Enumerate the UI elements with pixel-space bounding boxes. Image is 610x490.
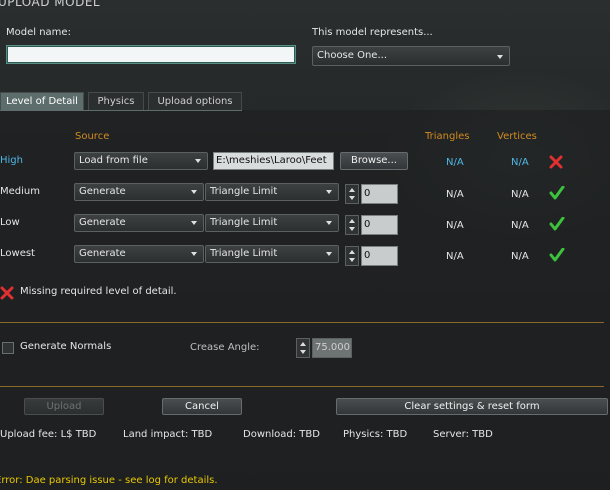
source-header: Source (75, 131, 110, 142)
error-x-icon (549, 155, 563, 169)
vertices-header: Vertices (497, 131, 537, 142)
chevron-down-icon (326, 221, 332, 225)
represents-dropdown[interactable]: Choose One... (312, 46, 510, 66)
lowest-mode-dropdown[interactable]: Triangle Limit (205, 245, 339, 263)
medium-mode-dropdown[interactable]: Triangle Limit (205, 183, 339, 201)
high-file-path-field[interactable]: E:\meshies\Laroo\Feet (213, 152, 334, 170)
generate-normals-checkbox[interactable] (2, 342, 14, 354)
chevron-down-icon (191, 252, 197, 256)
low-limit-spinner[interactable] (345, 215, 359, 235)
land-impact-text: Land impact: TBD (123, 429, 213, 440)
section-divider (0, 386, 604, 387)
low-mode-dropdown[interactable]: Triangle Limit (205, 214, 339, 232)
medium-triangles: N/A (446, 189, 464, 200)
missing-lod-message: Missing required level of detail. (20, 286, 177, 297)
browse-button[interactable]: Browse... (340, 152, 408, 170)
high-triangles: N/A (446, 157, 464, 168)
lod-row-high-label: High (0, 155, 23, 166)
chevron-down-icon (326, 252, 332, 256)
checkmark-icon (549, 186, 565, 200)
crease-angle-spinner[interactable] (296, 338, 310, 358)
upload-button[interactable]: Upload (24, 398, 104, 415)
lowest-vertices: N/A (511, 251, 529, 262)
high-source-dropdown[interactable]: Load from file (74, 152, 208, 170)
tab-upload-options[interactable]: Upload options (148, 92, 242, 110)
checkmark-icon (549, 248, 565, 262)
lowest-limit-spinner[interactable] (345, 246, 359, 266)
crease-angle-input[interactable]: 75.000 (312, 338, 352, 358)
chevron-down-icon (195, 159, 201, 163)
low-triangles: N/A (446, 220, 464, 231)
represents-selected: Choose One... (317, 50, 387, 61)
high-vertices: N/A (511, 157, 529, 168)
low-limit-input[interactable]: 0 (361, 215, 398, 235)
upload-fee-text: Upload fee: L$ TBD (0, 429, 97, 440)
lowest-source-dropdown[interactable]: Generate (74, 245, 204, 263)
error-x-icon (0, 286, 14, 300)
model-name-label: Model name: (6, 27, 71, 38)
medium-limit-input[interactable]: 0 (361, 184, 398, 204)
error-message: Error: Dae parsing issue - see log for d… (0, 475, 218, 486)
chevron-down-icon (497, 55, 503, 59)
tab-physics[interactable]: Physics (88, 92, 144, 110)
cancel-button[interactable]: Cancel (162, 398, 242, 415)
model-name-input[interactable] (6, 45, 296, 64)
low-vertices: N/A (511, 220, 529, 231)
physics-text: Physics: TBD (343, 429, 408, 440)
lowest-limit-input[interactable]: 0 (361, 246, 398, 266)
crease-angle-label: Crease Angle: (190, 342, 260, 353)
triangles-header: Triangles (425, 131, 470, 142)
checkmark-icon (549, 217, 565, 231)
represents-label: This model represents... (312, 27, 433, 38)
lod-row-medium-label: Medium (0, 186, 40, 197)
lowest-triangles: N/A (446, 251, 464, 262)
low-source-dropdown[interactable]: Generate (74, 214, 204, 232)
medium-limit-spinner[interactable] (345, 184, 359, 204)
title-bar[interactable]: UPLOAD MODEL (0, 0, 610, 14)
tab-underline (0, 110, 242, 111)
medium-source-dropdown[interactable]: Generate (74, 183, 204, 201)
clear-settings-button[interactable]: Clear settings & reset form (336, 398, 608, 415)
medium-vertices: N/A (511, 189, 529, 200)
lod-row-lowest-label: Lowest (0, 248, 35, 259)
chevron-down-icon (326, 190, 332, 194)
chevron-down-icon (191, 221, 197, 225)
lod-row-low-label: Low (0, 217, 20, 228)
tab-level-of-detail[interactable]: Level of Detail (0, 92, 84, 110)
section-divider (0, 322, 604, 323)
generate-normals-label: Generate Normals (20, 341, 112, 352)
download-text: Download: TBD (243, 429, 320, 440)
window-title: UPLOAD MODEL (0, 0, 101, 9)
server-text: Server: TBD (433, 429, 493, 440)
chevron-down-icon (191, 190, 197, 194)
